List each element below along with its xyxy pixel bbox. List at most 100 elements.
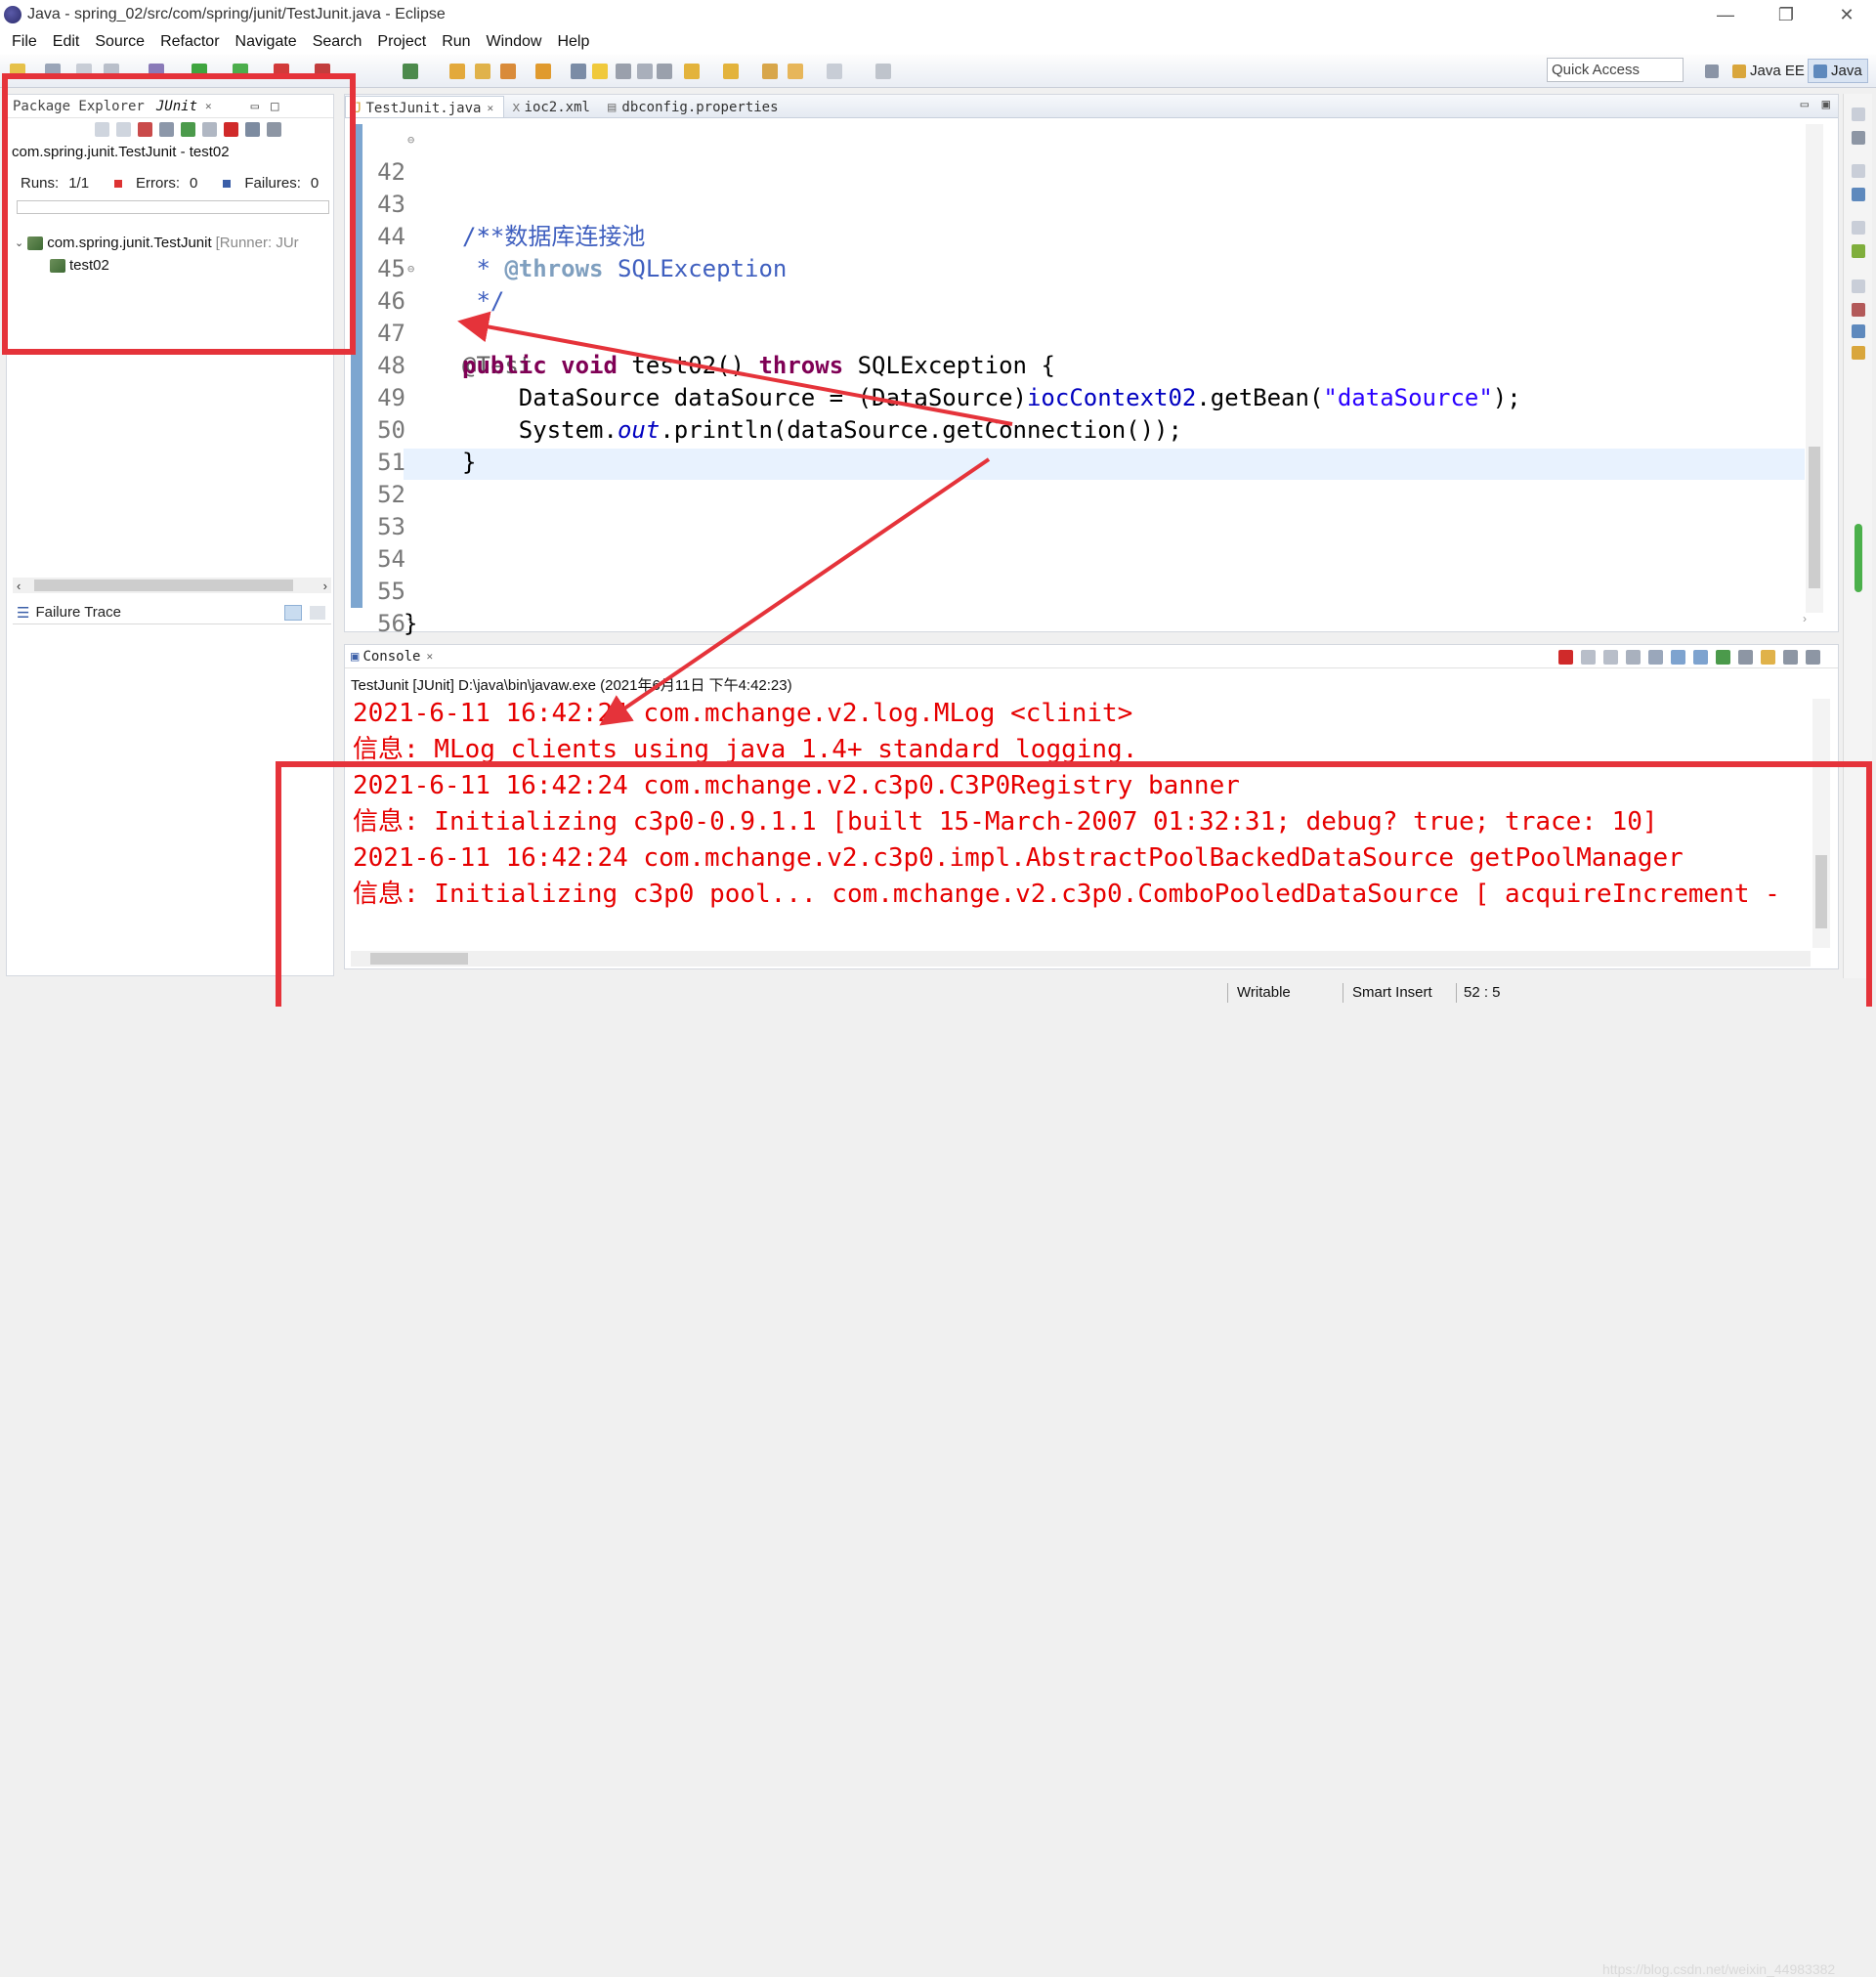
tab-dbconfig-properties[interactable]: ▤ dbconfig.properties — [600, 96, 789, 117]
scroll-left-icon[interactable]: ‹ — [17, 579, 21, 593]
close-tab-icon[interactable]: ✕ — [426, 650, 433, 663]
code-line[interactable]: 53 — [345, 479, 405, 540]
code-comment: SQLException — [603, 255, 788, 282]
restore-icon[interactable] — [1852, 221, 1865, 235]
java-icon — [1813, 64, 1827, 78]
open-console-icon[interactable] — [1761, 650, 1775, 665]
perspective-java-ee-label: Java EE — [1750, 63, 1805, 79]
close-button[interactable]: ✕ — [1819, 0, 1874, 29]
menu-project[interactable]: Project — [377, 33, 426, 51]
fold-icon[interactable]: ⊖ — [407, 124, 414, 156]
tab-dbconfig-properties-label: dbconfig.properties — [621, 100, 779, 115]
compare-icon[interactable] — [310, 605, 325, 620]
maximize-editor-icon[interactable]: ▣ — [1822, 97, 1830, 112]
pin-editor-icon[interactable] — [875, 64, 891, 79]
task-list-icon[interactable] — [1852, 188, 1865, 201]
code-line[interactable]: 54 — [345, 511, 405, 573]
restore-icon[interactable] — [1852, 164, 1865, 178]
code-comment-cjk: 数据库连接池 — [504, 223, 646, 250]
toggle-mark-icon[interactable] — [571, 64, 586, 79]
editor-vertical-scrollbar[interactable] — [1806, 124, 1823, 613]
console-launch-description: TestJunit [JUnit] D:\java\bin\javaw.exe … — [351, 677, 792, 694]
menu-edit[interactable]: Edit — [53, 33, 80, 51]
code-line[interactable]: 50 } — [345, 382, 476, 476]
prev-annotation-icon[interactable] — [723, 64, 739, 79]
code-line[interactable]: 51 — [345, 414, 405, 476]
scroll-right-icon[interactable]: › — [323, 579, 327, 593]
perspective-java-ee[interactable]: Java EE — [1727, 59, 1810, 83]
menu-navigate[interactable]: Navigate — [235, 33, 297, 51]
terminate-icon[interactable] — [1558, 650, 1573, 665]
block-select-icon[interactable] — [637, 64, 653, 79]
code-text: .println(dataSource.getConnection()); — [660, 416, 1182, 444]
fold-icon[interactable]: ⊖ — [407, 253, 414, 285]
code-line[interactable]: 56 — [345, 576, 405, 637]
outline-icon[interactable] — [1852, 131, 1865, 145]
last-edit-icon[interactable] — [762, 64, 778, 79]
maximize-view-icon[interactable] — [1806, 650, 1820, 665]
pin-console-icon[interactable] — [1716, 650, 1730, 665]
close-tab-icon[interactable]: ✕ — [487, 102, 493, 114]
menu-window[interactable]: Window — [487, 33, 542, 51]
show-whitespace-icon[interactable] — [616, 64, 631, 79]
code-line[interactable]: 55 } — [345, 543, 417, 637]
quick-access-input[interactable]: Quick Access — [1547, 58, 1684, 82]
annotation-box-junit — [2, 73, 356, 355]
code-static-field: out — [617, 416, 661, 444]
minimize-button[interactable]: — — [1698, 0, 1753, 29]
scroll-left-icon[interactable]: ‹ — [407, 612, 411, 625]
remove-all-icon[interactable] — [1603, 650, 1618, 665]
tab-ioc2-xml[interactable]: x ioc2.xml — [504, 96, 600, 117]
declaration-icon[interactable] — [1852, 346, 1865, 360]
javadoc-tag: @throws — [504, 255, 604, 282]
code-line[interactable]: 52 — [345, 447, 405, 508]
menu-run[interactable]: Run — [442, 33, 470, 51]
restore-icon[interactable] — [1852, 279, 1865, 293]
back-icon[interactable] — [788, 64, 803, 79]
scroll-thumb[interactable] — [34, 580, 293, 591]
search-icon[interactable] — [500, 64, 516, 79]
code-editor: J TestJunit.java ✕ x ioc2.xml ▤ dbconfig… — [344, 94, 1839, 637]
open-folder-icon[interactable] — [535, 64, 551, 79]
open-type-icon[interactable] — [449, 64, 465, 79]
word-wrap-icon[interactable] — [1671, 650, 1685, 665]
problems-icon[interactable] — [1852, 303, 1865, 317]
next-annotation-icon[interactable] — [684, 64, 700, 79]
tab-testjunit-java[interactable]: J TestJunit.java ✕ — [345, 96, 505, 117]
menu-file[interactable]: File — [12, 33, 37, 51]
remove-launch-icon[interactable] — [1581, 650, 1596, 665]
scroll-right-icon[interactable]: › — [1803, 612, 1807, 625]
scroll-thumb[interactable] — [1809, 447, 1820, 588]
open-task-icon[interactable] — [475, 64, 490, 79]
code-text: DataSource dataSource = (DataSource) — [462, 384, 1027, 411]
memory-indicator-icon — [1855, 524, 1862, 592]
new-class-icon[interactable] — [403, 64, 418, 79]
maximize-button[interactable]: ❐ — [1759, 0, 1813, 29]
display-console-icon[interactable] — [1738, 650, 1753, 665]
menu-help[interactable]: Help — [557, 33, 589, 51]
editor-horizontal-scrollbar[interactable]: ‹ › — [404, 612, 1811, 625]
show-on-output-icon[interactable] — [1693, 650, 1708, 665]
tree-horizontal-scrollbar[interactable]: ‹ › — [13, 578, 331, 593]
javadoc-icon[interactable] — [1852, 324, 1865, 338]
tab-ioc2-xml-label: ioc2.xml — [524, 100, 590, 115]
menu-search[interactable]: Search — [313, 33, 362, 51]
menu-refactor[interactable]: Refactor — [160, 33, 219, 51]
code-string: "dataSource" — [1323, 384, 1493, 411]
console-tab-label: Console — [362, 648, 421, 665]
restore-icon[interactable] — [1852, 107, 1865, 121]
xml-file-icon: x — [512, 100, 521, 115]
pin-icon[interactable] — [657, 64, 672, 79]
perspective-java[interactable]: Java — [1808, 59, 1868, 83]
clear-console-icon[interactable] — [1626, 650, 1641, 665]
watermark: https://blog.csdn.net/weixin_44983382 — [1602, 1961, 1836, 1977]
highlight-icon[interactable] — [592, 64, 608, 79]
minimize-view-icon[interactable] — [1783, 650, 1798, 665]
open-perspective-button[interactable] — [1700, 59, 1727, 83]
spring-explorer-icon[interactable] — [1852, 244, 1865, 258]
forward-icon[interactable] — [827, 64, 842, 79]
scroll-lock-icon[interactable] — [1648, 650, 1663, 665]
minimize-editor-icon[interactable]: ▭ — [1801, 97, 1809, 112]
menu-source[interactable]: Source — [95, 33, 145, 51]
filter-stack-icon[interactable] — [284, 604, 302, 621]
